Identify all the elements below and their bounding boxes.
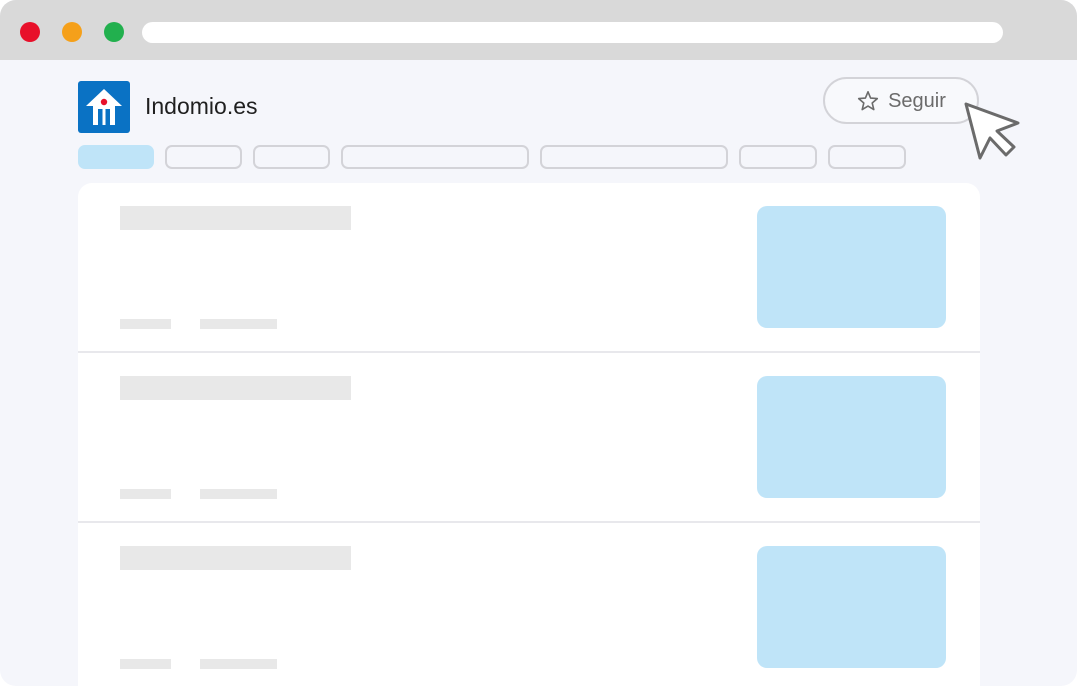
listing-meta-placeholder — [120, 319, 171, 329]
listing-row[interactable] — [78, 523, 980, 686]
filter-tab[interactable] — [253, 145, 330, 169]
filter-tab[interactable] — [828, 145, 906, 169]
pointer-cursor-icon — [964, 102, 1020, 160]
listing-title-placeholder — [120, 376, 351, 400]
listing-meta-placeholder — [120, 659, 171, 669]
site-logo — [78, 81, 130, 133]
follow-button-label: Seguir — [888, 89, 946, 112]
listing-image-placeholder — [757, 206, 946, 328]
listing-meta-placeholder — [200, 489, 277, 499]
house-icon — [78, 81, 130, 133]
listing-title-placeholder — [120, 546, 351, 570]
listing-meta-placeholder — [120, 489, 171, 499]
listing-image-placeholder — [757, 546, 946, 668]
minimize-window-button[interactable] — [62, 22, 82, 42]
filter-tab[interactable] — [165, 145, 242, 169]
listing-image-placeholder — [757, 376, 946, 498]
listing-title-placeholder — [120, 206, 351, 230]
listing-row[interactable] — [78, 353, 980, 523]
filter-tab[interactable] — [78, 145, 154, 169]
site-name: Indomio.es — [145, 93, 258, 119]
maximize-window-button[interactable] — [104, 22, 124, 42]
browser-window: Indomio.es Seguir — [0, 0, 1077, 686]
listing-row[interactable] — [78, 183, 980, 353]
address-bar[interactable] — [142, 22, 1003, 43]
filter-tab[interactable] — [341, 145, 529, 169]
browser-titlebar — [0, 0, 1077, 60]
star-icon — [857, 90, 879, 110]
listing-card — [78, 183, 980, 686]
close-window-button[interactable] — [20, 22, 40, 42]
filter-tab[interactable] — [739, 145, 817, 169]
follow-button[interactable]: Seguir — [823, 77, 979, 124]
filter-tab[interactable] — [540, 145, 728, 169]
listing-meta-placeholder — [200, 659, 277, 669]
listing-meta-placeholder — [200, 319, 277, 329]
